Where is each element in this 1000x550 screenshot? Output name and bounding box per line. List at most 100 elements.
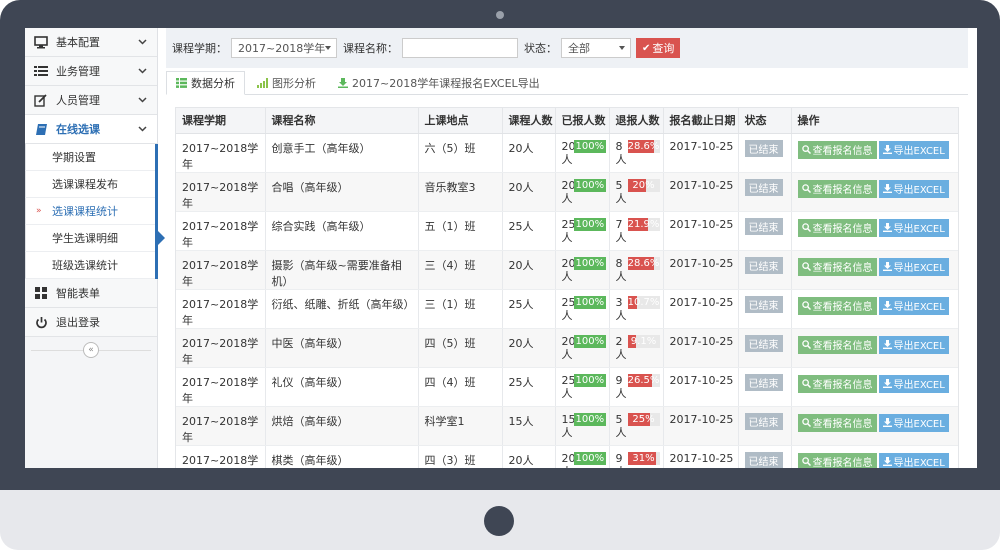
actions-cell: 查看报名信息 导出EXCEL (791, 133, 958, 173)
signed-count: 15 (561, 412, 576, 426)
quit-unit: 人 (615, 308, 627, 322)
quit-cell: 3 10.7% 人 (609, 289, 664, 329)
sidebar-sub-item-term-settings[interactable]: 学期设置 (25, 144, 157, 171)
main-content: 课程学期： 2017~2018学年 课程名称： 状态： 全部 ✔ 查询 数据分析… (166, 28, 968, 468)
sidebar-item-label: 基本配置 (56, 36, 100, 49)
export-excel-button[interactable]: 导出EXCEL (878, 374, 949, 393)
screen: 基本配置 业务管理 人员管理 在线选课 学期设置 选课课程发布 » 选课课程统计… (25, 28, 977, 468)
download-icon (882, 457, 892, 466)
tab-chart-analysis[interactable]: 图形分析 (247, 71, 326, 95)
status-badge: 已结束 (744, 373, 783, 391)
sidebar-item-online-course[interactable]: 在线选课 (25, 115, 157, 144)
book-icon (34, 122, 48, 136)
place-cell: 四（4）班 (418, 367, 503, 407)
actions-cell: 查看报名信息 导出EXCEL (791, 250, 958, 290)
home-button (484, 506, 514, 536)
view-registration-button[interactable]: 查看报名信息 (797, 374, 877, 393)
sidebar-item-business[interactable]: 业务管理 (25, 57, 157, 86)
quit-percent-bar: 31% (627, 451, 660, 465)
bar-chart-icon (257, 78, 268, 88)
sidebar-sub-item-student-detail[interactable]: 学生选课明细 (25, 225, 157, 252)
course-name-input[interactable] (402, 38, 518, 58)
signed-cell: 20100%人 (555, 172, 610, 212)
deadline-cell: 2017-10-25 (663, 445, 739, 468)
sidebar-item-label: 智能表单 (56, 287, 100, 300)
quit-count: 9 (615, 373, 623, 387)
sidebar-item-personnel[interactable]: 人员管理 (25, 86, 157, 115)
table-icon (176, 78, 187, 88)
view-registration-button[interactable]: 查看报名信息 (797, 179, 877, 198)
view-registration-button[interactable]: 查看报名信息 (797, 296, 877, 315)
quit-count: 8 (615, 256, 623, 270)
sidebar-sub-item-course-publish[interactable]: 选课课程发布 (25, 171, 157, 198)
sidebar-sub-item-course-stats[interactable]: » 选课课程统计 (25, 198, 157, 225)
chevron-down-icon (138, 68, 147, 74)
quit-cell: 2 9.1% 人 (609, 328, 664, 368)
quit-unit: 人 (615, 425, 627, 439)
tab-data-analysis[interactable]: 数据分析 (166, 71, 245, 95)
place-cell: 四（3）班 (418, 445, 503, 468)
course-name-cell: 综合实践（高年级） (265, 211, 419, 251)
deadline-cell: 2017-10-25 (663, 172, 739, 212)
table-row: 2017~2018学年棋类（高年级）四（3）班20人20100%人931%人20… (176, 445, 958, 468)
export-excel-button[interactable]: 导出EXCEL (878, 335, 949, 354)
view-registration-button[interactable]: 查看报名信息 (797, 335, 877, 354)
submenu-online-course: 学期设置 选课课程发布 » 选课课程统计 学生选课明细 班级选课统计 (25, 144, 165, 279)
tab-label: 数据分析 (191, 77, 235, 90)
status-select[interactable]: 全部 (561, 38, 631, 58)
table-row: 2017~2018学年 合唱（高年级） 音乐教室3 20人 20100% 人 5 20% 人 20… (176, 172, 958, 212)
sidebar-sub-item-class-stats[interactable]: 班级选课统计 (25, 252, 157, 279)
table-row: 2017~2018学年 烘焙（高年级） 科学室1 15人 15100% 人 5 25% 人 201… (176, 406, 958, 446)
view-registration-button[interactable]: 查看报名信息 (797, 140, 877, 159)
zoom-icon (801, 379, 811, 388)
status-cell: 已结束 (738, 406, 792, 446)
sidebar-sub-item-label: 班级选课统计 (52, 259, 118, 272)
view-registration-button[interactable]: 查看报名信息 (797, 257, 877, 276)
download-icon (882, 379, 892, 388)
view-registration-button[interactable]: 查看报名信息 (797, 218, 877, 237)
quit-count: 5 (615, 412, 623, 426)
sidebar-item-logout[interactable]: 退出登录 (25, 308, 157, 337)
quit-percent-text: 9.1% (630, 335, 657, 347)
export-excel-button[interactable]: 导出EXCEL (878, 296, 949, 315)
sidebar-item-smart-form[interactable]: 智能表单 (25, 279, 157, 308)
export-excel-label: 导出EXCEL (893, 380, 945, 391)
export-excel-label: 导出EXCEL (893, 419, 945, 430)
collapse-sidebar-button[interactable]: « (83, 342, 99, 358)
edit-icon (34, 93, 48, 107)
table-header-row: 课程学期 课程名称 上课地点 课程人数 已报人数 退报人数 报名截止日期 状态 操作 (176, 108, 958, 134)
term-cell: 2017~2018学年 (176, 289, 266, 329)
zoom-icon (801, 457, 811, 466)
export-excel-button[interactable]: 导出EXCEL (878, 179, 949, 198)
quit-cell: 8 28.6% 人 (609, 133, 664, 173)
status-cell: 已结束 (738, 328, 792, 368)
export-excel-label: 导出EXCEL (893, 302, 945, 313)
view-registration-button[interactable]: 查看报名信息 (797, 452, 877, 468)
grid-icon (34, 286, 48, 300)
tab-excel-export[interactable]: 2017~2018学年课程报名EXCEL导出 (328, 71, 550, 95)
export-excel-button[interactable]: 导出EXCEL (878, 218, 949, 237)
export-excel-button[interactable]: 导出EXCEL (878, 413, 949, 432)
quit-unit: 人 (615, 269, 627, 283)
sidebar-item-basic-config[interactable]: 基本配置 (25, 28, 157, 57)
sidebar-item-label: 退出登录 (56, 316, 100, 329)
view-registration-button[interactable]: 查看报名信息 (797, 413, 877, 432)
status-badge: 已结束 (744, 295, 783, 313)
signed-cell: 20100%人 (555, 250, 610, 290)
quit-percent-bar: 9.1% (627, 334, 660, 348)
download-icon (882, 418, 892, 427)
export-excel-button[interactable]: 导出EXCEL (878, 452, 949, 468)
place-cell: 音乐教室3 (418, 172, 503, 212)
export-excel-button[interactable]: 导出EXCEL (878, 257, 949, 276)
capacity-cell: 20人 (502, 250, 556, 290)
actions-cell: 查看报名信息 导出EXCEL (791, 211, 958, 251)
signed-count: 20 (561, 256, 576, 270)
status-cell: 已结束 (738, 211, 792, 251)
quit-percent-text: 10.7% (627, 296, 660, 308)
sidebar-collapse-row: « (25, 337, 157, 363)
signed-cell: 20100%人 (555, 328, 610, 368)
quit-cell: 9 31% 人 (609, 445, 664, 468)
query-button[interactable]: ✔ 查询 (636, 38, 681, 58)
term-select[interactable]: 2017~2018学年 (231, 38, 337, 58)
export-excel-button[interactable]: 导出EXCEL (878, 140, 949, 159)
